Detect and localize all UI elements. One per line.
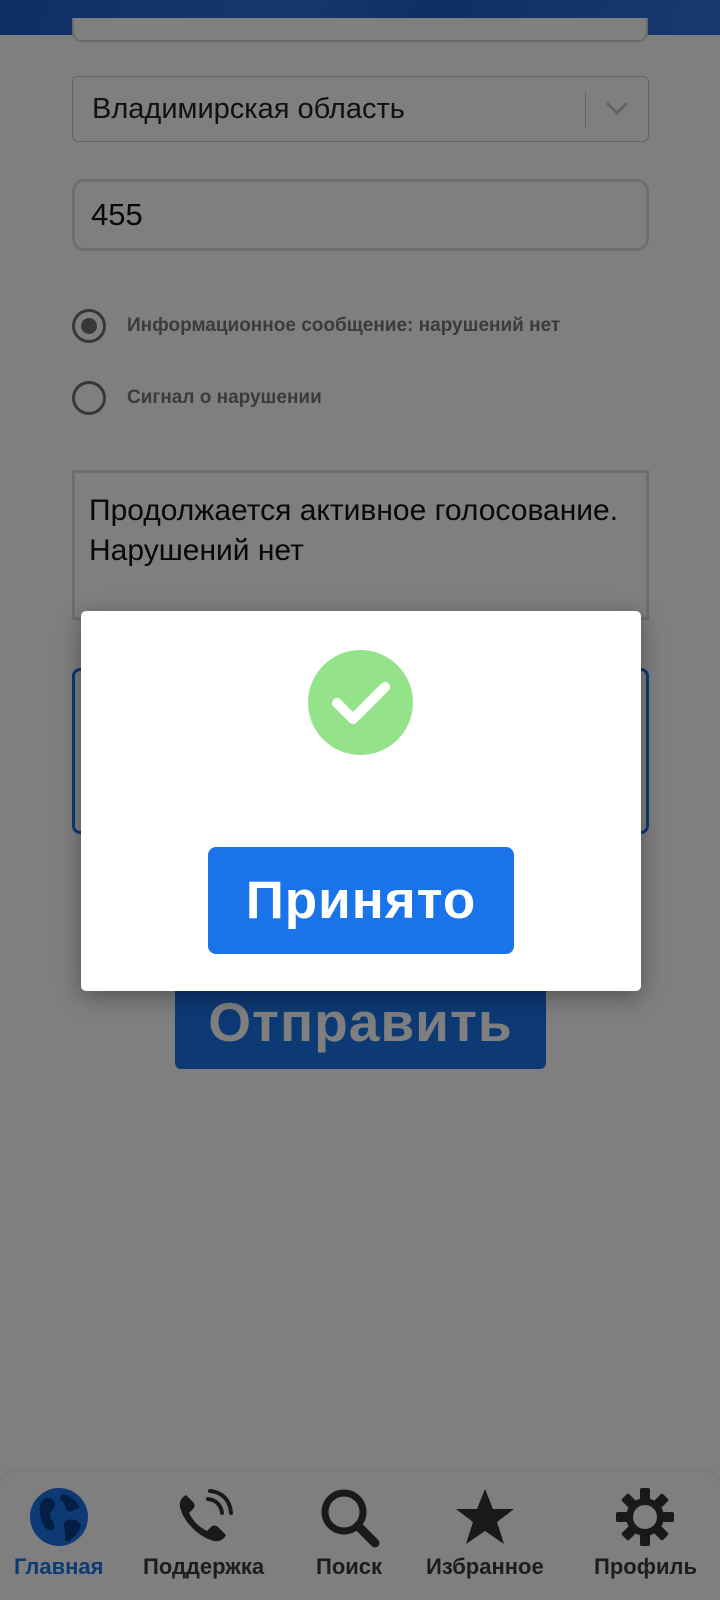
success-check-icon	[308, 650, 413, 755]
accept-button[interactable]: Принято	[208, 847, 514, 954]
success-dialog: Принято	[81, 611, 641, 991]
